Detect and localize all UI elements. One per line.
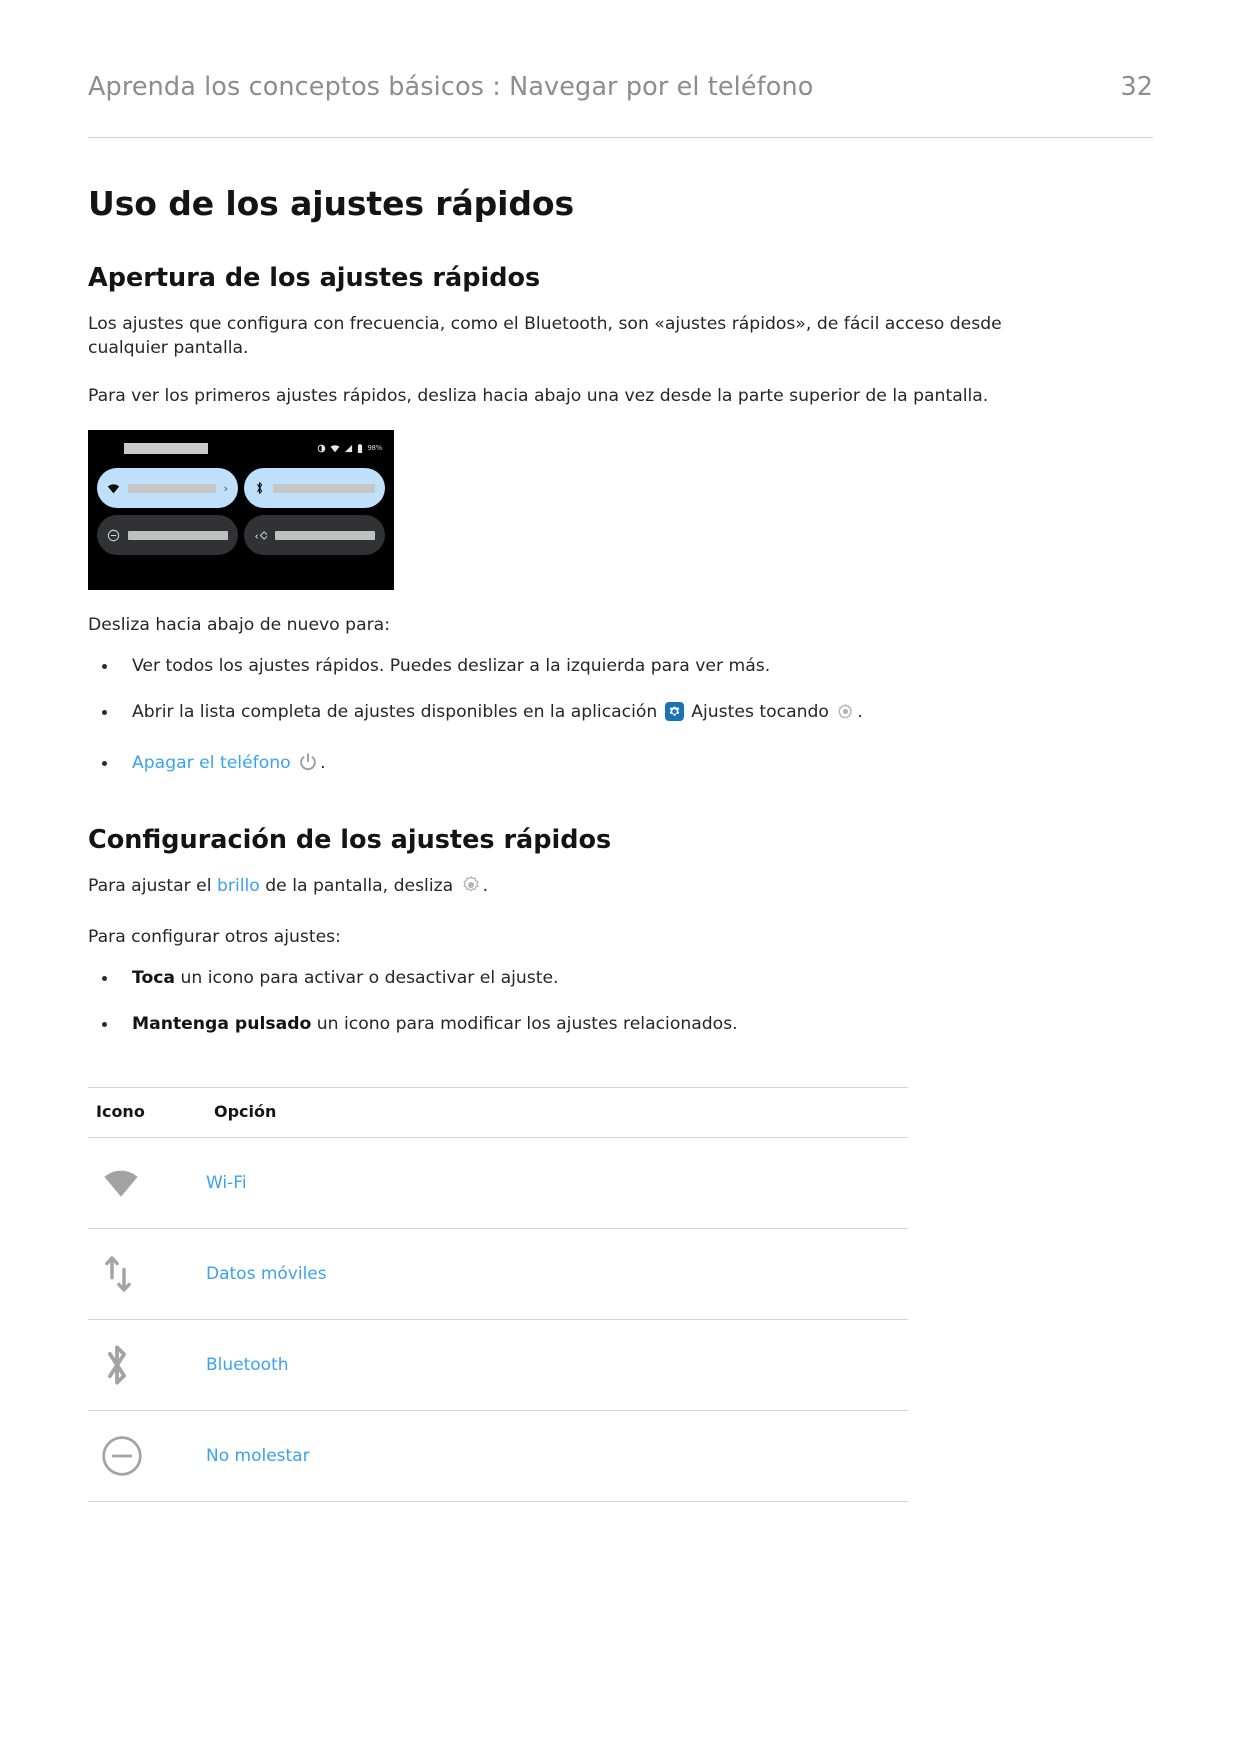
paragraph-brightness-b: de la pantalla, desliza [265, 875, 454, 896]
table-cell-option[interactable]: No molestar [206, 1409, 908, 1502]
tile-wifi-label-placeholder [128, 483, 216, 493]
list-item-see-all-text: Ver todos los ajustes rápidos. Puedes de… [132, 655, 771, 676]
quick-settings-tiles: › [97, 468, 385, 556]
mobile-data-icon [88, 1251, 206, 1297]
list-item-tap-bold: Toca [132, 967, 176, 988]
list-item-open-settings-text-a: Abrir la lista completa de ajustes dispo… [132, 702, 658, 723]
brightness-icon [461, 875, 481, 902]
battery-percent-label: 98% [367, 444, 382, 453]
table-cell-option[interactable]: Bluetooth [206, 1318, 908, 1411]
table-row: No molestar [88, 1409, 908, 1502]
paragraph-swipe-once: Para ver los primeros ajustes rápidos, d… [88, 385, 989, 406]
brightness-link[interactable]: brillo [217, 876, 260, 896]
quick-settings-screenshot: 98% › [88, 430, 394, 591]
bullet-list-config: Toca un icono para activar o desactivar … [88, 966, 1153, 1037]
table-cell-icon [88, 1227, 206, 1320]
list-item-open-settings: Abrir la lista completa de ajustes dispo… [88, 700, 1153, 728]
signal-status-icon [344, 444, 353, 453]
tile-rotate-label-placeholder [275, 530, 375, 540]
list-item-tap-rest: un icono para activar o desactivar el aj… [180, 967, 559, 988]
table-cell-icon [88, 1136, 206, 1229]
wifi-icon [88, 1160, 206, 1206]
chevron-right-icon[interactable]: › [224, 483, 228, 494]
table-row: Bluetooth [88, 1318, 908, 1411]
status-bar-icons: 98% [317, 443, 382, 453]
column-header-icon: Icono [88, 1086, 206, 1138]
options-table-head: Icono Opción [88, 1086, 908, 1138]
page-number: 32 [1120, 72, 1153, 102]
table-row: Wi-Fi [88, 1136, 908, 1229]
bluetooth-icon [254, 481, 265, 495]
power-off-link[interactable]: Apagar el teléfono [132, 753, 291, 773]
options-table-body: Wi-Fi Datos móviles Bluetooth No molesta… [88, 1136, 908, 1502]
tile-bluetooth-label-placeholder [273, 483, 375, 493]
phone-status-bar: 98% [88, 441, 394, 455]
running-header: Aprenda los conceptos básicos : Navegar … [88, 0, 1153, 102]
brightness-status-icon [317, 444, 326, 453]
tile-auto-rotate[interactable] [244, 515, 385, 556]
table-cell-option[interactable]: Wi-Fi [206, 1136, 908, 1229]
settings-app-icon [664, 702, 684, 728]
battery-status-icon [357, 443, 363, 453]
column-header-option: Opción [206, 1086, 908, 1138]
list-item-open-settings-text-b: Ajustes tocando [691, 702, 829, 723]
auto-rotate-icon [254, 529, 267, 542]
section-heading-configuracion: Configuración de los ajustes rápidos [88, 824, 612, 855]
do-not-disturb-icon [107, 529, 120, 542]
list-item-long-press-rest: un icono para modificar los ajustes rela… [316, 1014, 738, 1035]
status-bar-clock-placeholder [124, 442, 208, 454]
bluetooth-icon [88, 1342, 206, 1388]
table-cell-icon [88, 1318, 206, 1411]
paragraph-intro: Los ajustes que configura con frecuencia… [88, 314, 1002, 359]
paragraph-brightness-c: . [482, 875, 489, 896]
table-cell-icon [88, 1409, 206, 1502]
list-item-tap: Toca un icono para activar o desactivar … [88, 966, 1153, 990]
power-icon [298, 752, 318, 779]
table-cell-option[interactable]: Datos móviles [206, 1227, 908, 1320]
list-item-see-all: Ver todos los ajustes rápidos. Puedes de… [88, 654, 1153, 678]
breadcrumb: Aprenda los conceptos básicos : Navegar … [88, 72, 814, 102]
list-item-open-settings-text-c: . [857, 702, 863, 723]
tile-wifi[interactable]: › [97, 468, 238, 509]
paragraph-other-settings: Para configurar otros ajustes: [88, 927, 341, 948]
table-header-row: Icono Opción [88, 1086, 908, 1138]
list-item-long-press-bold: Mantenga pulsado [132, 1014, 312, 1035]
header-divider [88, 137, 1153, 138]
options-table: Icono Opción Wi-Fi Datos móviles Bluetoo… [88, 1086, 908, 1502]
paragraph-swipe-again: Desliza hacia abajo de nuevo para: [88, 615, 390, 636]
tile-do-not-disturb[interactable] [97, 515, 238, 556]
document-page: Aprenda los conceptos básicos : Navegar … [0, 0, 1241, 1502]
gear-icon [836, 702, 855, 728]
section-heading-apertura: Apertura de los ajustes rápidos [88, 263, 541, 293]
list-item-long-press: Mantenga pulsado un icono para modificar… [88, 1012, 1153, 1036]
tile-dnd-label-placeholder [128, 530, 228, 540]
bullet-list-open: Ver todos los ajustes rápidos. Puedes de… [88, 654, 1153, 779]
list-item-power-off: Apagar el teléfono . [88, 751, 1153, 779]
do-not-disturb-icon [88, 1433, 206, 1479]
paragraph-brightness-a: Para ajustar el [88, 875, 212, 896]
page-title: Uso de los ajustes rápidos [88, 184, 575, 223]
tile-bluetooth[interactable] [244, 468, 385, 509]
paragraph-brightness: Para ajustar el brillo de la pantalla, d… [88, 874, 1013, 902]
wifi-icon [107, 483, 120, 494]
wifi-status-icon [330, 444, 340, 453]
table-row: Datos móviles [88, 1227, 908, 1320]
list-item-power-off-tail: . [320, 752, 326, 773]
